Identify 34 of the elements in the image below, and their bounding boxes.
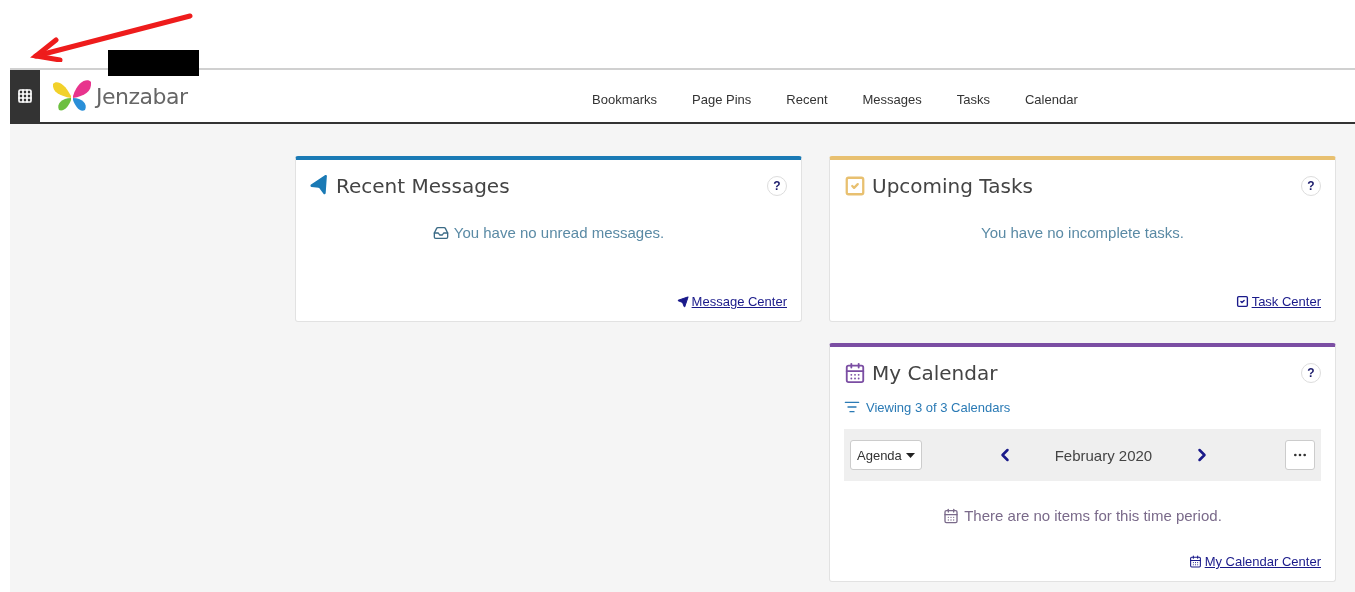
- help-button[interactable]: ?: [1301, 363, 1321, 383]
- help-button[interactable]: ?: [1301, 176, 1321, 196]
- calendar-filter-link[interactable]: Viewing 3 of 3 Calendars: [866, 399, 1011, 415]
- card-title: Upcoming Tasks: [872, 174, 1033, 198]
- empty-message: You have no incomplete tasks.: [981, 224, 1184, 241]
- nav-link[interactable]: Calendar: [1025, 91, 1078, 107]
- card-title: Recent Messages: [336, 174, 510, 198]
- month-label: February 2020: [1054, 446, 1153, 464]
- caret-icon: [905, 452, 915, 458]
- butterfly-logo-icon: [52, 78, 92, 114]
- calendar-icon: [1188, 555, 1202, 568]
- checkbox-icon: [844, 175, 866, 197]
- app-grid-button[interactable]: [10, 70, 40, 122]
- filter-icon: [844, 399, 860, 415]
- view-dropdown[interactable]: Agenda: [850, 440, 922, 470]
- checkbox-icon: [1235, 295, 1249, 308]
- paper-plane-icon: [676, 295, 689, 308]
- nav-link[interactable]: Messages: [862, 91, 922, 107]
- inbox-icon: [432, 224, 449, 241]
- center-link[interactable]: Message Center: [691, 294, 787, 309]
- empty-message: There are no items for this time period.: [964, 507, 1222, 524]
- empty-message: You have no unread messages.: [453, 224, 665, 241]
- card-title: My Calendar: [872, 361, 998, 385]
- nav-link[interactable]: Recent: [786, 91, 828, 107]
- help-button[interactable]: ?: [767, 176, 787, 196]
- grid-icon: [17, 88, 33, 104]
- logo-text: Jenzabar: [96, 83, 188, 109]
- nav-link[interactable]: Bookmarks: [592, 91, 658, 107]
- calendar-icon: [943, 507, 960, 524]
- center-link[interactable]: My Calendar Center: [1204, 554, 1321, 569]
- center-link[interactable]: Task Center: [1251, 294, 1321, 309]
- nav-link[interactable]: Tasks: [956, 91, 990, 107]
- calendar-icon: [844, 362, 866, 384]
- nav-link[interactable]: Page Pins: [692, 91, 752, 107]
